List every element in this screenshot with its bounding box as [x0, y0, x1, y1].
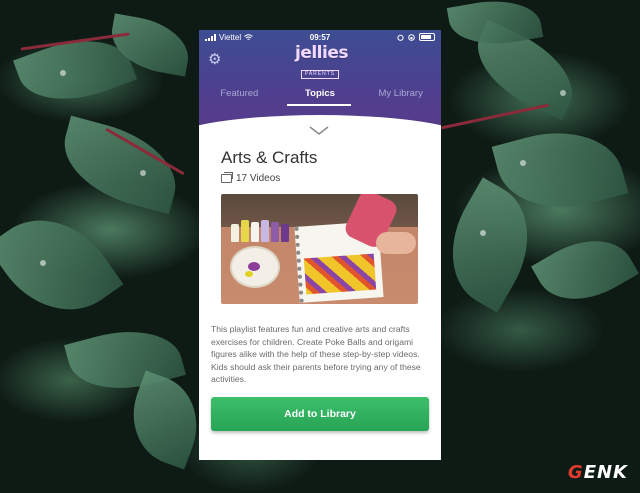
video-count-label: 17 Videos — [236, 173, 281, 184]
tab-featured[interactable]: Featured — [199, 85, 280, 107]
phone-screen: Viettel 09:57 ⚙ jellies PARENTS Featured… — [199, 30, 441, 460]
add-to-library-button[interactable]: Add to Library — [211, 397, 429, 431]
logo-subtitle: PARENTS — [300, 70, 340, 79]
playlist-title: Arts & Crafts — [221, 148, 318, 167]
battery-icon — [419, 33, 435, 41]
alarm-icon — [397, 34, 404, 41]
active-tab-indicator — [287, 104, 351, 106]
logo-wordmark: jellies — [295, 43, 349, 63]
chevron-down-icon[interactable] — [309, 126, 329, 136]
app-logo: jellies PARENTS — [295, 43, 349, 79]
playlist-description: This playlist features fun and creative … — [211, 324, 421, 384]
status-bar: Viettel 09:57 — [199, 30, 441, 44]
genk-watermark: GENK — [567, 462, 628, 483]
tab-my-library[interactable]: My Library — [360, 85, 441, 107]
gear-icon[interactable]: ⚙ — [208, 52, 222, 67]
video-count: 17 Videos — [221, 172, 281, 184]
playlist-thumbnail[interactable] — [221, 194, 418, 304]
video-stack-icon — [221, 172, 233, 183]
lock-rotation-icon — [408, 33, 415, 41]
